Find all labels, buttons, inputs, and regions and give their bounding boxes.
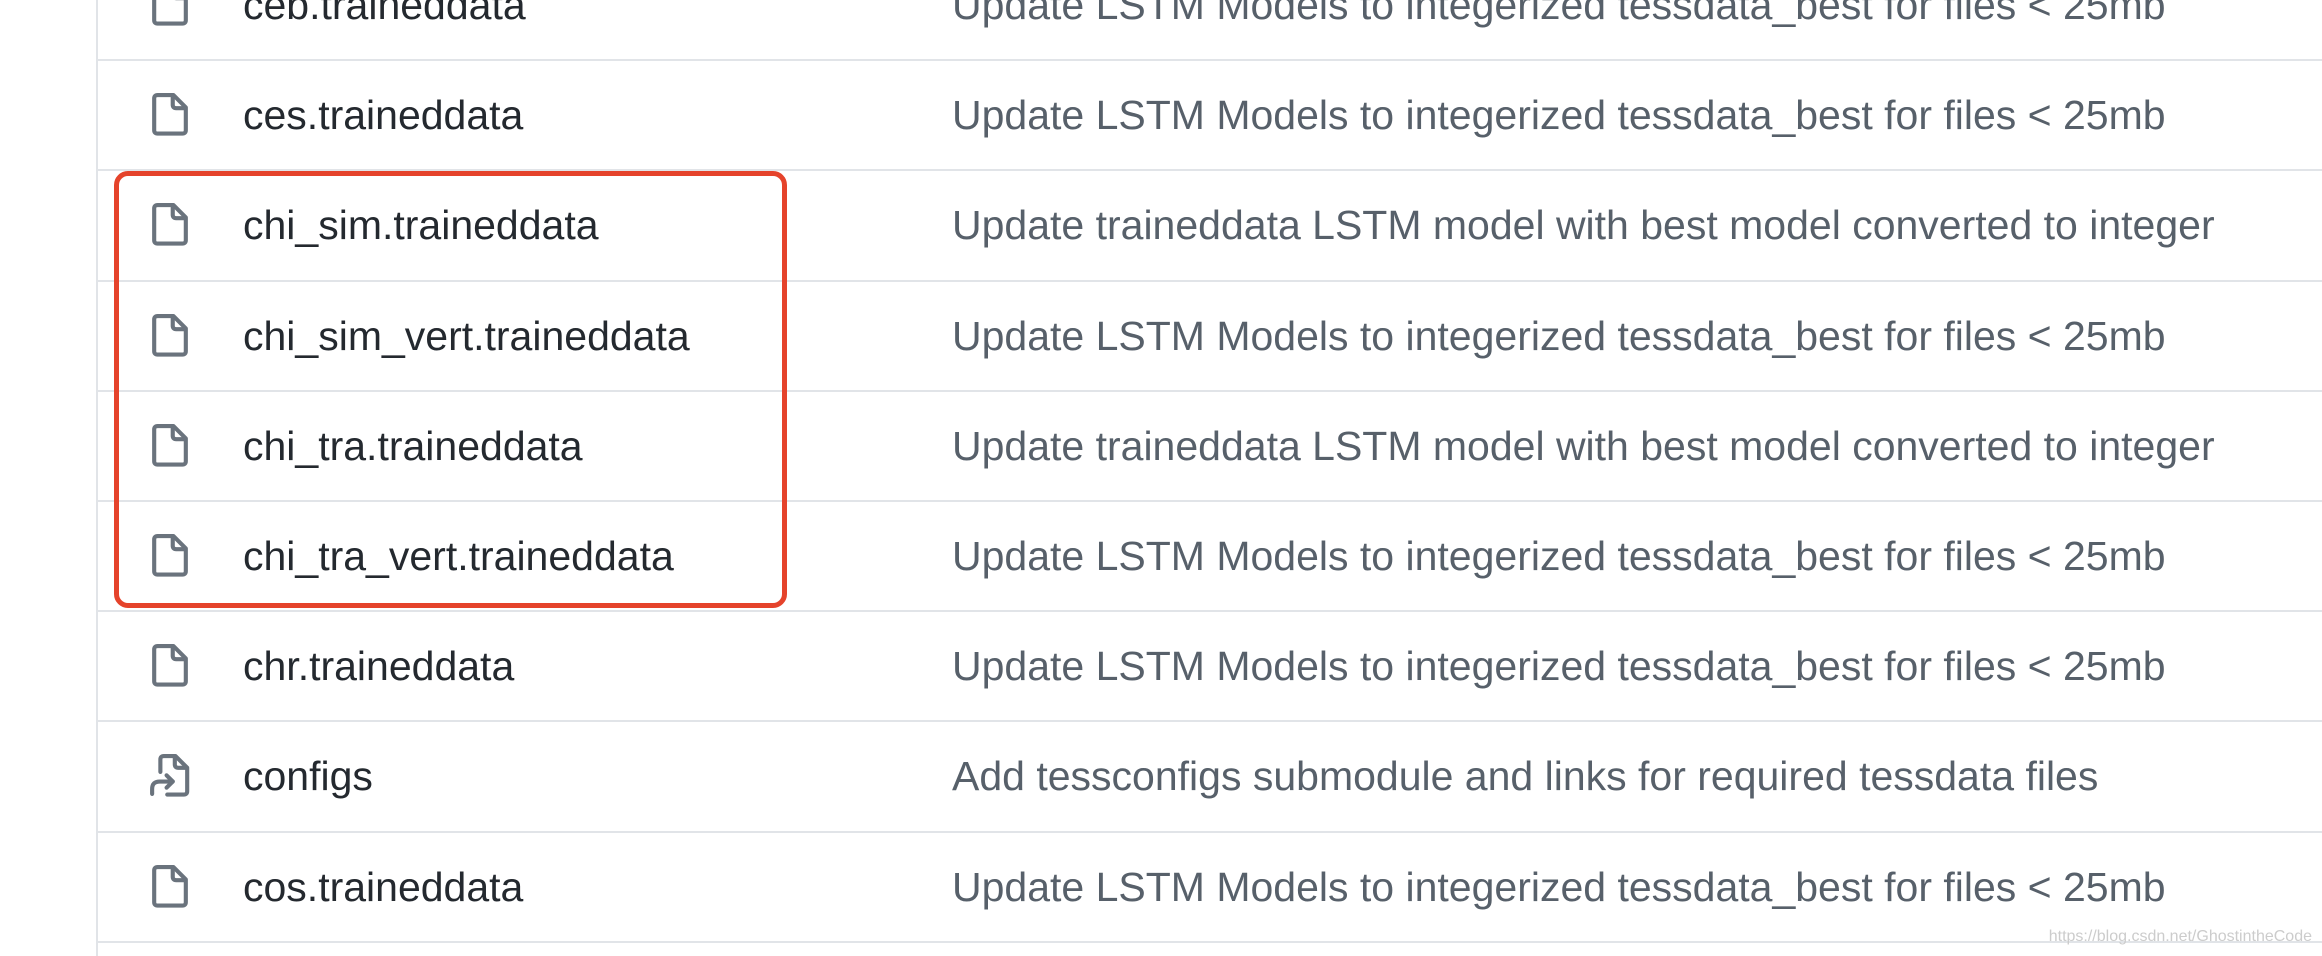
file-row: chi_tra.traineddata Update traineddata L… (98, 392, 2322, 502)
file-row: ceb.traineddata Update LSTM Models to in… (98, 0, 2322, 62)
file-name-link[interactable]: chi_sim.traineddata (243, 201, 599, 249)
file-name-link[interactable]: configs (243, 752, 373, 800)
file-icon (148, 0, 192, 27)
file-name-link[interactable]: ceb.traineddata (243, 0, 526, 29)
commit-message-link[interactable]: Update LSTM Models to integerized tessda… (952, 312, 2166, 360)
file-name-link[interactable]: cos.traineddata (243, 863, 523, 911)
commit-message-link[interactable]: Add tessconfigs submodule and links for … (952, 752, 2098, 800)
commit-message-link[interactable]: Update LSTM Models to integerized tessda… (952, 642, 2166, 690)
file-row: chr.traineddata Update LSTM Models to in… (98, 612, 2322, 723)
file-symlink-icon (148, 754, 192, 798)
file-icon (148, 93, 192, 137)
file-row: configs Add tessconfigs submodule and li… (98, 722, 2322, 833)
commit-message-link[interactable]: Update traineddata LSTM model with best … (952, 422, 2215, 470)
file-icon (148, 203, 192, 247)
commit-message-link[interactable]: Update LSTM Models to integerized tessda… (952, 532, 2166, 580)
commit-message-link[interactable]: Update LSTM Models to integerized tessda… (952, 863, 2166, 911)
file-icon (148, 534, 192, 578)
file-name-link[interactable]: chi_tra.traineddata (243, 422, 583, 470)
file-row: cos.traineddata Update LSTM Models to in… (98, 833, 2322, 943)
file-icon (148, 423, 192, 468)
commit-message-link[interactable]: Update LSTM Models to integerized tessda… (952, 91, 2166, 139)
file-name-link[interactable]: chi_sim_vert.traineddata (243, 312, 690, 360)
file-list: ceb.traineddata Update LSTM Models to in… (96, 0, 2322, 956)
file-name-link[interactable]: chi_tra_vert.traineddata (243, 532, 674, 580)
commit-message-link[interactable]: Update LSTM Models to integerized tessda… (952, 0, 2166, 29)
watermark-text: https://blog.csdn.net/GhostintheCode (2048, 928, 2312, 945)
file-row: ces.traineddata Update LSTM Models to in… (98, 61, 2322, 172)
file-icon (148, 864, 192, 909)
file-icon (148, 313, 192, 358)
file-name-link[interactable]: ces.traineddata (243, 91, 523, 139)
file-row: chi_sim.traineddata Update traineddata L… (98, 171, 2322, 282)
commit-message-link[interactable]: Update traineddata LSTM model with best … (952, 201, 2215, 249)
file-row: chi_sim_vert.traineddata Update LSTM Mod… (98, 282, 2322, 392)
file-name-link[interactable]: chr.traineddata (243, 642, 514, 690)
file-row: chi_tra_vert.traineddata Update LSTM Mod… (98, 502, 2322, 613)
file-icon (148, 644, 192, 688)
